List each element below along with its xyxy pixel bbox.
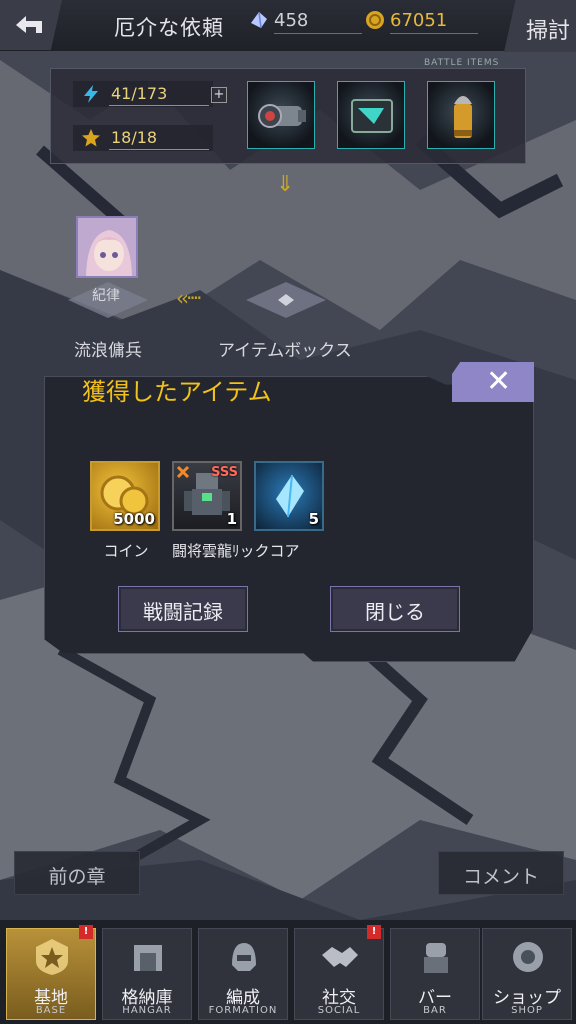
sweep-button[interactable]: 掃討	[504, 0, 576, 52]
item-box-node[interactable]	[246, 280, 326, 340]
battle-item-slot-3[interactable]	[427, 81, 495, 149]
battle-item-slot-2[interactable]	[337, 81, 405, 149]
reward-qty: 5	[308, 510, 319, 528]
prev-chapter-button[interactable]: 前の章	[14, 851, 140, 895]
prev-chapter-label: 前の章	[48, 866, 106, 888]
rank-badge: SSS	[211, 465, 238, 480]
reward-name: 闘将雲龍ﾘックコア	[172, 542, 300, 560]
page-title: 厄介な依頼	[114, 16, 224, 40]
dialog-title: 獲得したアイテム	[82, 378, 272, 406]
formation-helmet-icon	[232, 943, 256, 971]
nav-sublabel: HANGAR	[122, 1005, 172, 1016]
add-stamina-button[interactable]: +	[211, 87, 227, 103]
nav-social[interactable]: ! 社交 SOCIAL	[294, 925, 384, 1020]
stamina-value: 41/173	[111, 84, 168, 103]
battle-record-button[interactable]: 戦闘記録	[118, 586, 248, 632]
chip-icon	[351, 99, 393, 133]
nav-formation[interactable]: 編成 FORMATION	[198, 928, 288, 1020]
comment-label: コメント	[462, 866, 539, 888]
top-bar: 厄介な依頼 458 67051 掃討	[0, 0, 576, 52]
bartender-icon	[424, 943, 448, 973]
node-right-label[interactable]: アイテムボックス	[218, 336, 352, 361]
reward-item-coin[interactable]: 5000	[90, 461, 160, 531]
close-dialog-label: 閉じる	[365, 600, 425, 624]
sweep-label: 掃討	[525, 19, 570, 44]
stars-row: 18/18	[73, 125, 213, 151]
close-dialog-button[interactable]: 閉じる	[330, 586, 460, 632]
nav-sublabel: SOCIAL	[317, 1005, 361, 1016]
back-arrow-icon	[16, 16, 42, 33]
nav-bar[interactable]: バー BAR	[390, 928, 480, 1020]
shell-icon	[454, 96, 472, 138]
gem-counter: 458	[248, 8, 364, 34]
scope-icon	[258, 104, 306, 128]
base-emblem-icon	[36, 939, 68, 975]
shop-orb-icon	[513, 942, 543, 972]
reward-item-core[interactable]: SSS 1	[172, 461, 242, 531]
reward-qty: 1	[226, 510, 237, 528]
bottom-nav: ! 基地 BASE 格納庫 HANGAR 編成 FORMATION ! 社交 S…	[0, 920, 576, 1024]
star-icon	[82, 129, 100, 147]
nav-base[interactable]: ! 基地 BASE	[6, 925, 96, 1020]
comment-button[interactable]: コメント	[438, 851, 564, 895]
stage-info-panel: 41/173 + 18/18	[50, 68, 526, 164]
nav-sublabel: SHOP	[511, 1005, 543, 1016]
battle-item-slot-1[interactable]	[247, 81, 315, 149]
stars-value: 18/18	[111, 128, 158, 147]
reward-item-crystal[interactable]: 5	[254, 461, 324, 531]
nav-hangar[interactable]: 格納庫 HANGAR	[102, 928, 192, 1020]
enemy-portrait[interactable]	[76, 216, 138, 278]
reward-qty: 5000	[113, 510, 155, 528]
nav-sublabel: BAR	[423, 1005, 447, 1016]
notification-badge: !	[79, 925, 93, 939]
close-icon: ✕	[486, 364, 512, 399]
nav-sublabel: BASE	[35, 1005, 67, 1016]
dialog-close-button[interactable]: ✕	[452, 362, 534, 402]
node-left-tag: 紀律	[92, 288, 120, 304]
hangar-icon	[134, 945, 162, 971]
path-arrow-left-icon: ‹‹····	[176, 286, 202, 310]
gem-count: 458	[274, 10, 309, 31]
reward-name: コイン	[103, 542, 149, 560]
character-portrait-icon	[78, 218, 136, 276]
back-button[interactable]	[0, 0, 62, 50]
node-left-label[interactable]: 流浪傭兵	[74, 336, 142, 361]
gem-icon	[251, 11, 267, 29]
nav-shop[interactable]: ショップ SHOP	[482, 928, 572, 1020]
stamina-row: 41/173 +	[73, 81, 227, 107]
handshake-icon	[322, 947, 358, 967]
notification-badge: !	[367, 925, 381, 939]
battle-items-label: BATTLE ITEMS	[424, 58, 500, 68]
battle-record-label: 戦闘記録	[143, 600, 223, 624]
coin-icon	[366, 11, 384, 29]
coin-count: 67051	[390, 10, 448, 31]
coin-counter: 67051	[364, 8, 484, 34]
nav-sublabel: FORMATION	[208, 1005, 278, 1016]
lightning-icon	[84, 85, 98, 103]
path-arrow-down-icon: ⇓	[276, 172, 295, 197]
